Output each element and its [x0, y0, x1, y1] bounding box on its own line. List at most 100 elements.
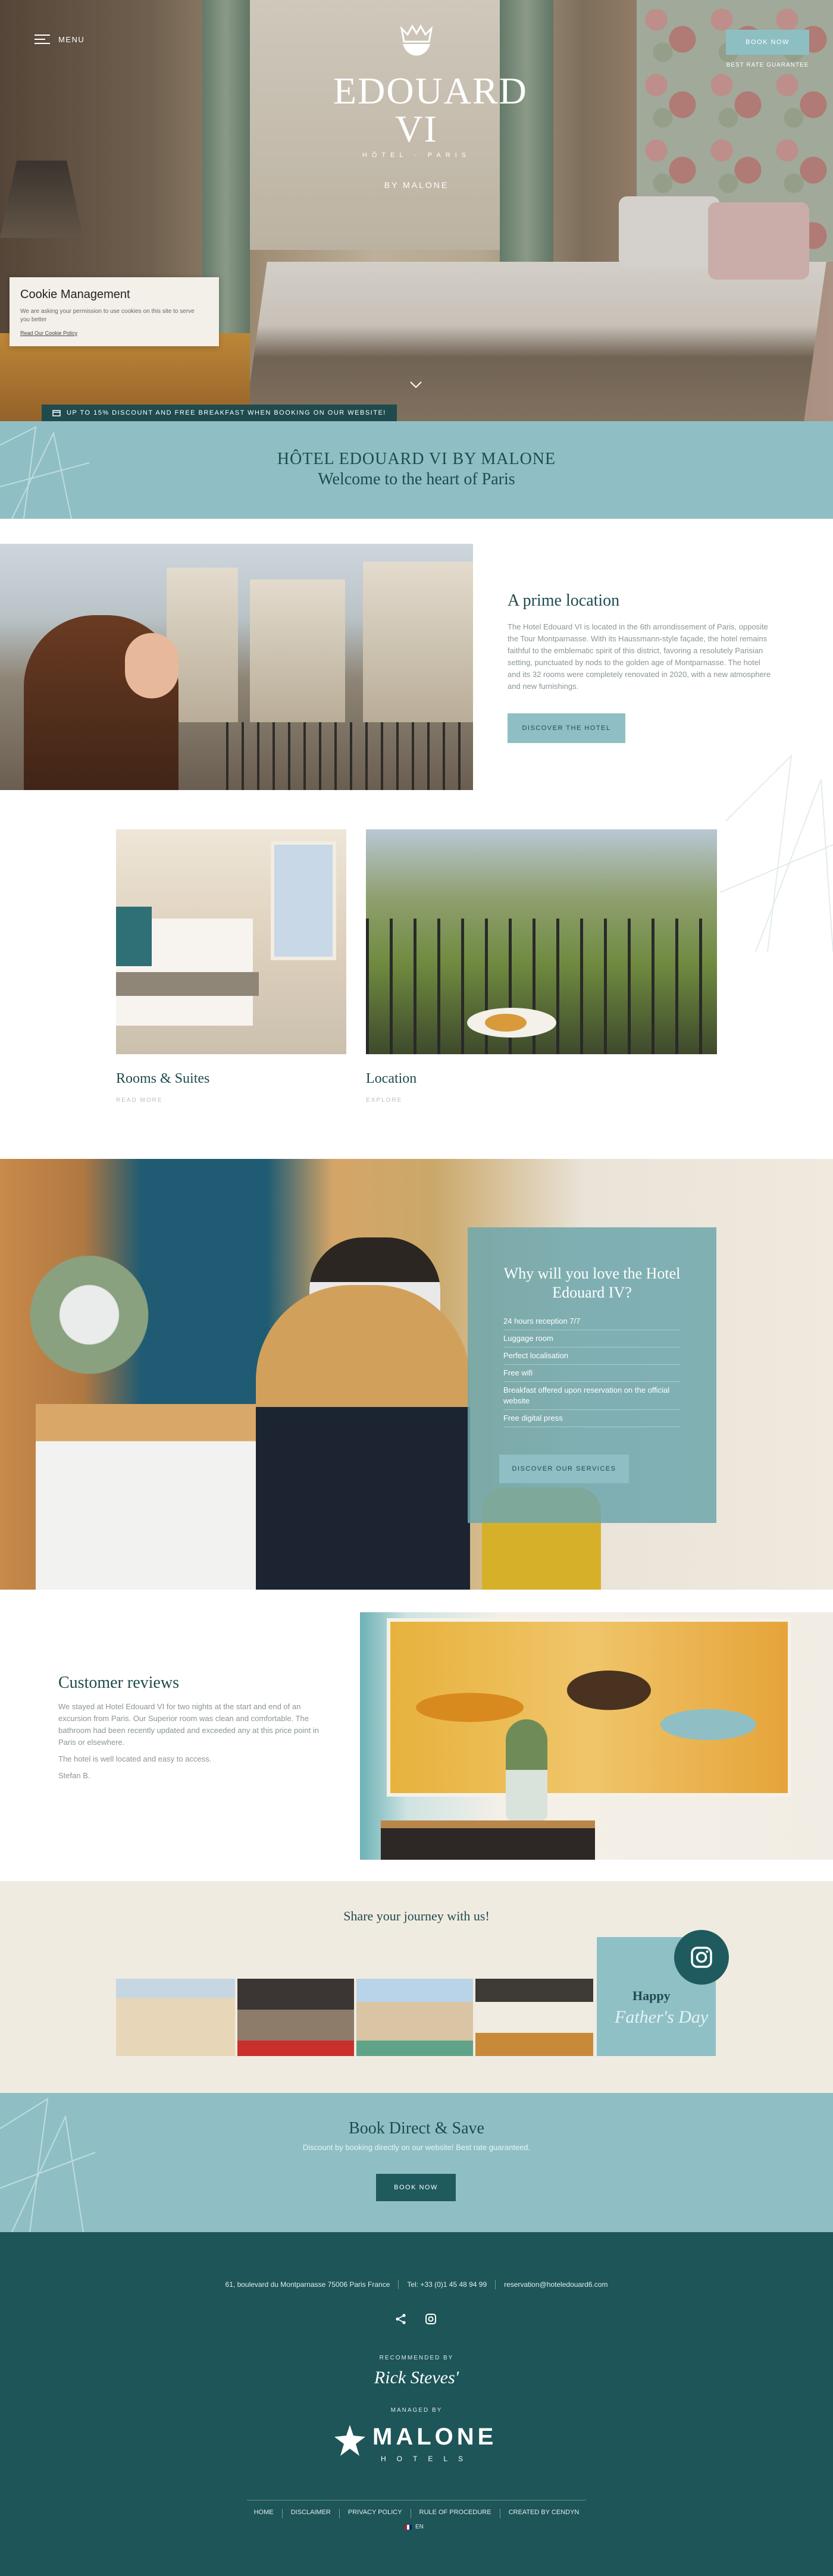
best-rate-guarantee[interactable]: BEST RATE GUARANTEE	[714, 62, 821, 68]
divider	[339, 2509, 340, 2518]
recommended-by-label: RECOMMENDED BY	[379, 2355, 454, 2361]
footer-contact: 61, boulevard du Montparnasse 75006 Pari…	[0, 2280, 833, 2289]
painting	[387, 1618, 791, 1797]
divider	[398, 2280, 399, 2289]
instagram-icon	[691, 1947, 712, 1968]
social-title: Share your journey with us!	[343, 1909, 490, 1923]
instagram-post[interactable]	[475, 1979, 593, 2056]
welcome-heading: HÔTEL EDOUARD VI BY MALONE	[277, 450, 556, 468]
welcome-subheading: Welcome to the heart of Paris	[318, 470, 515, 488]
malone-sub: HOTELS	[381, 2455, 474, 2463]
location-explore-link[interactable]: EXPLORE	[366, 1097, 402, 1104]
rooms-card-image[interactable]	[116, 829, 346, 1054]
service-item: Perfect localisation	[503, 1347, 681, 1365]
flowers	[12, 1255, 167, 1374]
services-title: Why will you love the Hotel Edouard IV?	[503, 1265, 681, 1301]
language-label: EN	[415, 2524, 424, 2530]
location-card-title[interactable]: Location	[366, 1071, 416, 1087]
promo-bar[interactable]: UP TO 15% DISCOUNT AND FREE BREAKFAST WH…	[42, 405, 397, 421]
prime-description: The Hotel Edouard VI is located in the 6…	[508, 622, 771, 691]
review-body-2: The hotel is well located and easy to ac…	[58, 1754, 212, 1763]
divider	[281, 2509, 283, 2518]
hotel-logo[interactable]: EDOUARD VI HÔTEL · PARIS BY MALONE	[333, 24, 528, 190]
chevron-down-icon[interactable]	[409, 381, 422, 389]
building	[250, 579, 345, 722]
headboard	[116, 907, 152, 966]
share-icon[interactable]	[395, 2313, 407, 2325]
service-item: Free wifi	[503, 1365, 681, 1382]
guest-figure	[256, 1285, 470, 1590]
service-item: Free digital press	[503, 1410, 681, 1427]
footer-address[interactable]: 61, boulevard du Montparnasse 75006 Pari…	[226, 2280, 390, 2289]
side-table	[381, 1820, 595, 1860]
menu-label: MENU	[58, 35, 85, 44]
flower-vase	[506, 1719, 547, 1820]
discover-hotel-button[interactable]: DISCOVER THE HOTEL	[508, 713, 625, 743]
logo-name: EDOUARD VI	[333, 70, 528, 150]
managed-by-label: MANAGED BY	[390, 2407, 443, 2414]
book-direct-title: Book Direct & Save	[349, 2119, 484, 2138]
service-item: Luggage room	[503, 1330, 681, 1347]
review-author: Stefan B.	[58, 1771, 90, 1780]
reviews-text: Customer reviews We stayed at Hotel Edou…	[58, 1674, 326, 1787]
location-card-image[interactable]	[366, 829, 717, 1054]
divider	[495, 2280, 496, 2289]
instagram-badge[interactable]	[674, 1930, 729, 1985]
happy-text: Happy	[632, 1988, 671, 2003]
malone-hotels-logo[interactable]: MALONE HOTELS	[333, 2421, 500, 2467]
footer-link-cendyn[interactable]: CREATED BY CENDYN	[509, 2509, 580, 2518]
reviews-title: Customer reviews	[58, 1674, 179, 1692]
book-direct-text: Discount by booking directly on our webs…	[302, 2143, 531, 2152]
malone-name: MALONE	[372, 2424, 497, 2450]
rooms-card-title[interactable]: Rooms & Suites	[116, 1071, 209, 1087]
malone-star-icon	[334, 2425, 365, 2456]
calendar-icon	[52, 410, 61, 416]
footer-phone[interactable]: Tel: +33 (0)1 45 48 94 99	[407, 2280, 487, 2289]
service-item: 24 hours reception 7/7	[503, 1313, 681, 1330]
instagram-post[interactable]	[356, 1979, 473, 2056]
prime-location-image	[0, 544, 473, 790]
balcony-railing	[366, 919, 717, 1054]
lion-crown-icon	[400, 24, 433, 56]
footer-link-rules[interactable]: RULE OF PROCEDURE	[419, 2509, 491, 2518]
instagram-post[interactable]	[116, 1979, 235, 2056]
rick-steves-logo[interactable]: Rick Steves'	[357, 2368, 476, 2388]
flag-icon	[405, 2524, 412, 2530]
footer-link-privacy[interactable]: PRIVACY POLICY	[348, 2509, 402, 2518]
promo-text: UP TO 15% DISCOUNT AND FREE BREAKFAST WH…	[67, 409, 386, 416]
instagram-icon[interactable]	[425, 2313, 437, 2325]
book-direct-section: Book Direct & Save Discount by booking d…	[0, 2093, 833, 2232]
hamburger-icon	[35, 35, 50, 44]
cookie-title: Cookie Management	[20, 288, 130, 301]
building	[363, 562, 473, 722]
prime-location-text: A prime location The Hotel Edouard VI is…	[508, 591, 775, 692]
language-selector[interactable]: EN	[405, 2524, 424, 2530]
footer-link-home[interactable]: HOME	[254, 2509, 274, 2518]
book-now-button[interactable]: BOOK NOW	[726, 30, 809, 55]
cookie-banner: Cookie Management We are asking your per…	[10, 277, 219, 346]
balcony-railing	[226, 722, 473, 790]
review-body: We stayed at Hotel Edouard VI for two ni…	[58, 1702, 319, 1747]
footer: 61, boulevard du Montparnasse 75006 Pari…	[0, 2232, 833, 2576]
bed-runner	[116, 972, 259, 996]
woman-face	[125, 633, 178, 698]
welcome-band: HÔTEL EDOUARD VI BY MALONE Welcome to th…	[0, 421, 833, 519]
book-now-button[interactable]: BOOK NOW	[376, 2174, 456, 2201]
logo-sub: HÔTEL · PARIS	[362, 152, 471, 159]
cookie-text: We are asking your permission to use coo…	[20, 308, 195, 323]
rooms-read-more-link[interactable]: READ MORE	[116, 1097, 163, 1104]
footer-email[interactable]: reservation@hoteledouard6.com	[504, 2280, 607, 2289]
instagram-post[interactable]	[237, 1979, 354, 2056]
fathers-day-text: Father's Day	[615, 2007, 709, 2027]
prime-title: A prime location	[508, 591, 620, 610]
footer-nav: HOME DISCLAIMER PRIVACY POLICY RULE OF P…	[247, 2500, 586, 2518]
service-item: Breakfast offered upon reservation on th…	[503, 1382, 681, 1410]
discover-services-button[interactable]: DISCOVER OUR SERVICES	[499, 1455, 629, 1483]
cookie-policy-link[interactable]: Read Our Cookie Policy	[20, 330, 77, 336]
window	[271, 841, 336, 960]
logo-by: BY MALONE	[384, 180, 449, 190]
menu-button[interactable]: MENU	[35, 35, 84, 44]
footer-link-disclaimer[interactable]: DISCLAIMER	[291, 2509, 331, 2518]
croissant	[485, 1014, 527, 1032]
decorative-lines	[720, 754, 833, 952]
